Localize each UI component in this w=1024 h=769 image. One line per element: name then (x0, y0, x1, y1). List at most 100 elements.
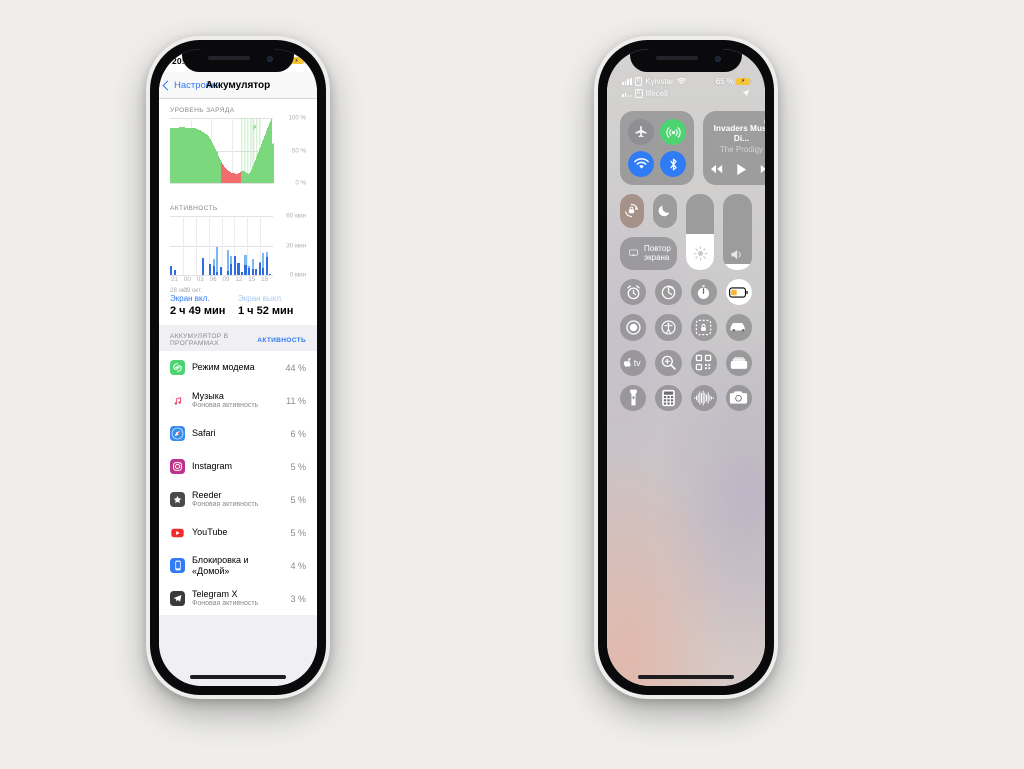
top-modules-row: Invaders Must Di... The Prodigy (620, 111, 765, 185)
timer-icon (660, 284, 677, 301)
app-battery-row[interactable]: Safari 6 % (159, 417, 317, 450)
airplane-icon (634, 125, 648, 139)
apps-list-header: АККУМУЛЯТОР В ПРОГРАММАХ АКТИВНОСТЬ (159, 325, 317, 351)
activity-bars (170, 216, 273, 275)
lock-home-icon (170, 558, 185, 573)
cellular-data-toggle[interactable] (660, 119, 686, 145)
do-not-disturb-toggle[interactable] (652, 194, 677, 228)
app-battery-row[interactable]: YouTube 5 % (159, 516, 317, 549)
app-battery-row[interactable]: Блокировка и «Домой» 4 % (159, 549, 317, 582)
brightness-icon (692, 246, 708, 261)
apple-tv-icon: tv (621, 357, 645, 369)
telegram-icon (170, 591, 185, 606)
voice-memos-tile[interactable] (690, 384, 717, 411)
app-name: Instagram (192, 461, 233, 472)
alarm-tile[interactable] (620, 279, 647, 306)
screen-mirroring-button[interactable]: Повтор экрана (620, 236, 677, 270)
control-center-status-bar: K Kyivstar 65 % ⚡ R lifecell (607, 75, 765, 99)
notch (630, 49, 742, 72)
now-playing-module[interactable]: Invaders Must Di... The Prodigy (703, 111, 765, 185)
sim2-badge: R (634, 88, 643, 98)
app-name: Reeder (192, 489, 222, 500)
middle-modules-row: Повтор экрана (620, 194, 752, 270)
wifi-toggle[interactable] (628, 151, 654, 177)
flashlight-icon (629, 388, 638, 407)
rotation-lock-toggle[interactable] (620, 194, 644, 228)
sim1-badge: K (634, 76, 643, 86)
guided-access-lock-icon (695, 319, 712, 336)
magnifier-icon (660, 354, 677, 371)
magnifier-tile[interactable] (655, 349, 682, 376)
battery-percent: 65 % (715, 76, 734, 86)
cellular-antenna-icon (665, 125, 681, 140)
camera-tile[interactable] (725, 384, 752, 411)
front-camera (715, 56, 721, 62)
play-icon[interactable] (736, 163, 747, 176)
accessibility-icon (660, 319, 677, 336)
app-name: YouTube (192, 527, 228, 538)
connectivity-module (620, 111, 694, 185)
wallet-tile[interactable] (725, 349, 752, 376)
timer-tile[interactable] (655, 279, 682, 306)
guided-access-tile[interactable] (690, 314, 717, 341)
battery-chart-plot: ⚡ (170, 118, 274, 184)
screen-on-value: 2 ч 49 мин (170, 305, 226, 317)
control-center: K Kyivstar 65 % ⚡ R lifecell Invaders Mu… (607, 49, 765, 686)
battery-page-scroll[interactable]: УРОВЕНЬ ЗАРЯДА ⚡ 100 % 50 % 0 % АКТИВНОСТЬ… (159, 98, 317, 686)
nav-bar: Настройки Аккумулятор (159, 72, 317, 99)
bluetooth-toggle[interactable] (660, 151, 686, 177)
wifi-icon (633, 158, 649, 170)
battery-icon (729, 287, 749, 298)
activity-chart-y-axis: 60 мин 30 мин 0 мин (286, 212, 306, 279)
brightness-slider[interactable] (685, 194, 715, 270)
home-indicator[interactable] (638, 675, 734, 679)
app-battery-row[interactable]: Reeder Фоновая активность 5 % (159, 483, 317, 516)
now-playing-title: Invaders Must Di... (713, 123, 765, 143)
moon-icon (658, 205, 670, 217)
sim1-carrier: Kyivstar (645, 76, 674, 86)
airplane-mode-toggle[interactable] (628, 119, 654, 145)
app-battery-row[interactable]: Telegram X Фоновая активность 3 % (159, 582, 317, 615)
activity-chart-plot (170, 216, 273, 276)
apps-battery-list: Режим модема 44 % Музыка Фоновая активность… (159, 351, 317, 615)
apple-tv-remote-tile[interactable]: tv (620, 349, 647, 376)
control-center-grid: Invaders Must Di... The Prodigy Повтор э… (620, 111, 765, 660)
sim2-carrier: lifecell (645, 88, 668, 98)
calculator-tile[interactable] (655, 384, 682, 411)
calculator-icon (661, 389, 676, 407)
screen-mirroring-label: Повтор экрана (644, 244, 671, 263)
speaker-icon (731, 249, 741, 260)
app-battery-row[interactable]: Режим модема 44 % (159, 351, 317, 384)
airplay-audio-icon[interactable] (764, 117, 765, 126)
app-battery-row[interactable]: Музыка Фоновая активность 11 % (159, 384, 317, 417)
rewind-icon[interactable] (710, 164, 723, 174)
app-subtitle: Фоновая активность (192, 599, 259, 607)
control-center-screen: K Kyivstar 65 % ⚡ R lifecell Invaders Mu… (607, 49, 765, 686)
car-mode-tile[interactable] (725, 314, 752, 341)
screenshot-canvas: 20:16 (0, 0, 1024, 769)
control-tiles-grid: tv (620, 279, 752, 411)
app-name: Safari (192, 428, 216, 439)
alarm-clock-icon (625, 284, 642, 301)
wifi-icon (676, 77, 686, 84)
cellular-signal-icon-sim2 (622, 90, 632, 97)
car-icon (729, 321, 748, 334)
rotation-lock-icon (625, 204, 639, 218)
charging-bolt-icon: ⚡ (251, 123, 258, 133)
volume-slider[interactable] (723, 194, 752, 270)
app-battery-row[interactable]: Instagram 5 % (159, 450, 317, 483)
home-indicator[interactable] (190, 675, 286, 679)
fast-forward-icon[interactable] (760, 164, 765, 174)
low-power-mode-tile[interactable] (725, 279, 752, 306)
qr-scanner-tile[interactable] (690, 349, 717, 376)
accessibility-tile[interactable] (655, 314, 682, 341)
activity-chart: 60 мин 30 мин 0 мин 21 00 03 06 09 12 15 18 28 ок… (170, 212, 306, 294)
flashlight-tile[interactable] (620, 384, 647, 411)
screen-record-tile[interactable] (620, 314, 647, 341)
app-battery-percent: 44 % (285, 362, 306, 373)
app-battery-percent: 11 % (286, 395, 306, 406)
stopwatch-tile[interactable] (690, 279, 717, 306)
app-battery-percent: 5 % (290, 461, 306, 472)
activity-toggle-link[interactable]: АКТИВНОСТЬ (257, 337, 306, 344)
notch (182, 49, 294, 72)
